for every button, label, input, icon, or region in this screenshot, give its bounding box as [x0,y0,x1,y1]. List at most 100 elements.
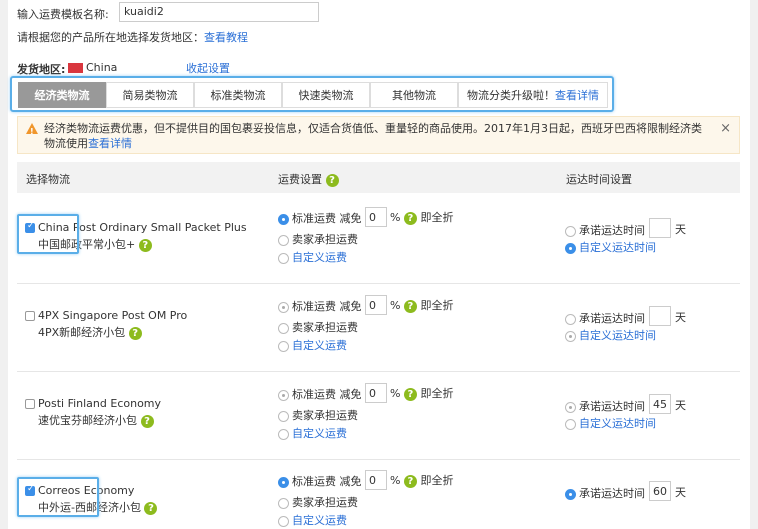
logistics-option[interactable]: Posti Finland Economy [25,397,161,410]
days-input[interactable]: 45 [649,394,671,414]
logistics-checkbox[interactable] [25,311,35,321]
tab-simple[interactable]: 简易类物流 [106,82,194,108]
custom-time-link[interactable]: 自定义运达时间 [579,241,656,254]
custom-fee-option[interactable]: 自定义运费 [278,249,347,265]
radio[interactable] [278,340,289,352]
logistics-checkbox[interactable] [25,399,35,409]
help-icon[interactable]: ? [128,326,142,340]
shipping-template-form: 输入运费模板名称: kuaidi2 请根据您的产品所在地选择发货地区：查看教程 … [8,0,750,529]
promise-time-option[interactable]: 承诺运达时间 [565,222,645,238]
days-input[interactable] [649,306,671,326]
radio[interactable] [565,225,576,237]
help-icon[interactable]: ? [403,211,417,225]
radio[interactable] [565,401,576,413]
col-fee: 运费设置 ? [278,171,339,187]
custom-fee-option[interactable]: 自定义运费 [278,512,347,528]
tab-economy[interactable]: 经济类物流 [18,82,106,108]
logistics-option[interactable]: 4PX Singapore Post OM Pro [25,309,187,322]
percent-sign: % [390,474,401,487]
seller-pays-option[interactable]: 卖家承担运费 [278,319,358,335]
radio[interactable] [278,252,289,264]
promise-time-option[interactable]: 承诺运达时间 [565,485,645,501]
logistics-name-cn: 速优宝芬邮经济小包 [38,414,137,427]
close-icon[interactable]: × [720,121,731,136]
custom-time-option[interactable]: 自定义运达时间 [565,327,656,343]
china-flag-icon [68,63,83,73]
custom-fee-link[interactable]: 自定义运费 [292,427,347,440]
promise-time-option[interactable]: 承诺运达时间 [565,310,645,326]
col-time: 运达时间设置 [566,173,632,186]
days-unit: 天 [675,223,686,236]
discount-input[interactable]: 0 [365,295,387,315]
standard-fee-option[interactable]: 标准运费 减免 [278,386,362,402]
radio[interactable] [278,515,289,527]
radio[interactable] [278,301,289,313]
economy-alert: 经济类物流运费优惠，但不提供目的国包裹妥投信息，仅适合货值低、重量轻的商品使用。… [17,116,740,154]
custom-fee-option[interactable]: 自定义运费 [278,425,347,441]
template-name-input[interactable]: kuaidi2 [119,2,319,22]
radio[interactable] [278,234,289,246]
full-discount-label: 即全折 [420,387,454,400]
help-icon[interactable]: ? [403,299,417,313]
promise-time-option[interactable]: 承诺运达时间 [565,398,645,414]
discount-input[interactable]: 0 [365,207,387,227]
custom-fee-option[interactable]: 自定义运费 [278,337,347,353]
standard-fee-label: 标准运费 减免 [292,475,362,488]
radio[interactable] [278,213,289,225]
tutorial-link[interactable]: 查看教程 [204,31,248,44]
row-divider [17,459,740,460]
discount-suffix: % ? 即全折 [390,209,453,225]
radio[interactable] [565,418,576,430]
promise-time-label: 承诺运达时间 [579,224,645,237]
discount-input[interactable]: 0 [365,383,387,403]
seller-pays-label: 卖家承担运费 [292,409,358,422]
seller-pays-option[interactable]: 卖家承担运费 [278,231,358,247]
help-icon[interactable]: ? [403,387,417,401]
custom-time-option[interactable]: 自定义运达时间 [565,415,656,431]
standard-fee-option[interactable]: 标准运费 减免 [278,298,362,314]
standard-fee-option[interactable]: 标准运费 减免 [278,210,362,226]
tab-other[interactable]: 其他物流 [370,82,458,108]
alert-details-link[interactable]: 查看详情 [88,137,132,150]
seller-pays-option[interactable]: 卖家承担运费 [278,494,358,510]
radio[interactable] [278,322,289,334]
days-input[interactable]: 60 [649,481,671,501]
radio[interactable] [565,242,576,254]
custom-fee-link[interactable]: 自定义运费 [292,339,347,352]
help-icon[interactable]: ? [138,238,152,252]
custom-time-option[interactable]: 自定义运达时间 [565,239,656,255]
help-icon[interactable]: ? [144,501,158,515]
radio[interactable] [278,428,289,440]
days-input[interactable] [649,218,671,238]
days-unit: 天 [675,311,686,324]
seller-pays-label: 卖家承担运费 [292,496,358,509]
tab-standard[interactable]: 标准类物流 [194,82,282,108]
radio[interactable] [278,410,289,422]
custom-fee-link[interactable]: 自定义运费 [292,251,347,264]
radio[interactable] [278,497,289,509]
selection-highlight [17,477,99,517]
help-icon[interactable]: ? [325,173,339,187]
collapse-settings-link[interactable]: 收起设置 [186,60,230,76]
radio[interactable] [565,488,576,500]
radio[interactable] [278,389,289,401]
selection-highlight [17,214,79,254]
full-discount-label: 即全折 [420,299,454,312]
radio[interactable] [565,330,576,342]
radio[interactable] [278,476,289,488]
custom-fee-link[interactable]: 自定义运费 [292,514,347,527]
discount-input[interactable]: 0 [365,470,387,490]
col-fee-label: 运费设置 [278,173,322,186]
radio[interactable] [565,313,576,325]
upgrade-details-link[interactable]: 查看详情 [555,89,599,102]
help-icon[interactable]: ? [140,414,154,428]
custom-time-link[interactable]: 自定义运达时间 [579,417,656,430]
tab-express[interactable]: 快速类物流 [282,82,370,108]
help-icon[interactable]: ? [403,474,417,488]
discount-suffix: % ? 即全折 [390,385,453,401]
custom-time-link[interactable]: 自定义运达时间 [579,329,656,342]
logistics-name-cn-wrap: 4PX新邮经济小包 ? [38,324,142,340]
seller-pays-option[interactable]: 卖家承担运费 [278,407,358,423]
seller-pays-label: 卖家承担运费 [292,233,358,246]
standard-fee-option[interactable]: 标准运费 减免 [278,473,362,489]
